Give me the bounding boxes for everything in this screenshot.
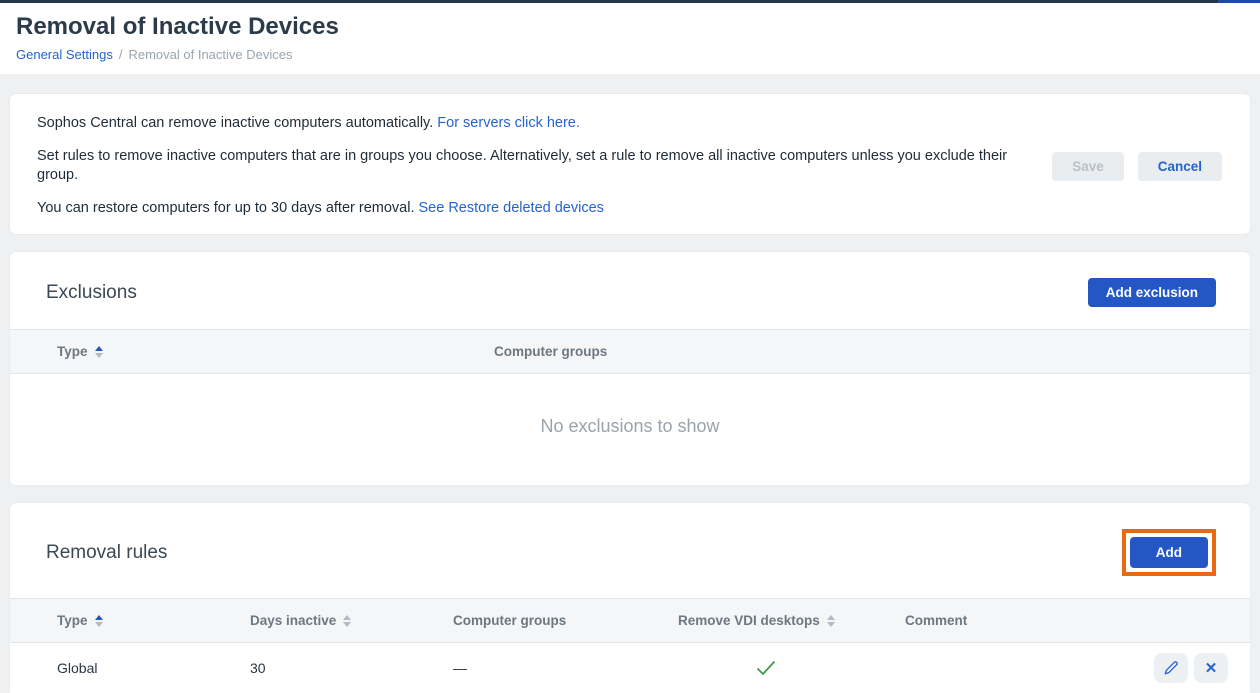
top-window-bar	[0, 0, 1260, 3]
annotation-highlight-box: Add	[1122, 529, 1216, 576]
sort-desc-icon	[827, 622, 835, 627]
restore-deleted-devices-link[interactable]: See Restore deleted devices	[419, 200, 604, 216]
removal-rules-table-header: Type Days inactive Computer groups Remov…	[10, 598, 1250, 643]
pencil-icon	[1163, 660, 1179, 676]
sort-asc-icon	[95, 615, 103, 620]
sort-desc-icon	[95, 353, 103, 358]
page-title: Removal of Inactive Devices	[16, 13, 1244, 41]
exclusions-title: Exclusions	[46, 282, 137, 304]
check-icon	[756, 660, 776, 676]
rule-cell-type: Global	[57, 660, 250, 676]
info-actions: Save Cancel	[1052, 152, 1222, 181]
rule-row-actions: ✕	[1154, 653, 1250, 683]
rule-cell-days-inactive: 30	[250, 660, 453, 676]
exclusions-column-type: Type	[57, 344, 494, 359]
rules-column-remove-vdi-label: Remove VDI desktops	[678, 613, 820, 628]
servers-link[interactable]: For servers click here.	[437, 115, 580, 131]
exclusions-column-computer-groups-label: Computer groups	[494, 344, 607, 359]
exclusions-table-header: Type Computer groups	[10, 329, 1250, 374]
intro-paragraph-3: You can restore computers for up to 30 d…	[37, 199, 1016, 218]
exclusions-column-type-label: Type	[57, 344, 88, 359]
breadcrumb-separator: /	[119, 47, 123, 62]
top-bar-accent	[1218, 0, 1260, 3]
rule-cell-computer-groups: —	[453, 660, 678, 676]
page-header: Removal of Inactive Devices General Sett…	[0, 3, 1260, 74]
rules-column-comment: Comment	[905, 613, 1250, 628]
rules-column-days-inactive: Days inactive	[250, 613, 453, 628]
removal-rules-panel: Removal rules Add Type Days inactive Com…	[10, 503, 1250, 693]
rule-cell-remove-vdi	[678, 660, 905, 676]
intro-text: Sophos Central can remove inactive compu…	[37, 114, 1016, 218]
rules-column-computer-groups-label: Computer groups	[453, 613, 566, 628]
intro-paragraph-2: Set rules to remove inactive computers t…	[37, 147, 1016, 185]
table-row: Global 30 — ✕	[10, 643, 1250, 693]
exclusions-panel: Exclusions Add exclusion Type Computer g…	[10, 252, 1250, 485]
edit-rule-button[interactable]	[1154, 653, 1188, 683]
intro-paragraph-1: Sophos Central can remove inactive compu…	[37, 114, 1016, 133]
rules-column-computer-groups: Computer groups	[453, 613, 678, 628]
rules-column-type-label: Type	[57, 613, 88, 628]
sort-icon[interactable]	[95, 615, 103, 627]
sort-desc-icon	[95, 622, 103, 627]
intro-paragraph-3-text: You can restore computers for up to 30 d…	[37, 200, 419, 216]
breadcrumb-current: Removal of Inactive Devices	[128, 47, 292, 62]
intro-paragraph-1-text: Sophos Central can remove inactive compu…	[37, 115, 437, 131]
sort-asc-icon	[95, 346, 103, 351]
save-button[interactable]: Save	[1052, 152, 1124, 181]
removal-rules-title: Removal rules	[46, 542, 167, 564]
sort-asc-icon	[827, 615, 835, 620]
rules-column-type: Type	[57, 613, 250, 628]
exclusions-empty-message: No exclusions to show	[10, 374, 1250, 485]
breadcrumb: General Settings / Removal of Inactive Dev…	[16, 47, 1244, 62]
breadcrumb-link-general-settings[interactable]: General Settings	[16, 47, 113, 62]
removal-rules-header: Removal rules Add	[10, 503, 1250, 598]
cancel-button[interactable]: Cancel	[1138, 152, 1222, 181]
sort-icon[interactable]	[343, 615, 351, 627]
rules-column-remove-vdi: Remove VDI desktops	[678, 613, 905, 628]
sort-icon[interactable]	[95, 346, 103, 358]
add-exclusion-button[interactable]: Add exclusion	[1088, 278, 1216, 307]
sort-icon[interactable]	[827, 615, 835, 627]
delete-rule-button[interactable]: ✕	[1194, 653, 1228, 683]
sort-asc-icon	[343, 615, 351, 620]
intro-info-panel: Sophos Central can remove inactive compu…	[10, 94, 1250, 234]
exclusions-header: Exclusions Add exclusion	[10, 252, 1250, 329]
add-rule-button[interactable]: Add	[1130, 537, 1208, 568]
rules-column-days-inactive-label: Days inactive	[250, 613, 336, 628]
rules-column-comment-label: Comment	[905, 613, 967, 628]
exclusions-column-computer-groups: Computer groups	[494, 344, 1250, 359]
sort-desc-icon	[343, 622, 351, 627]
